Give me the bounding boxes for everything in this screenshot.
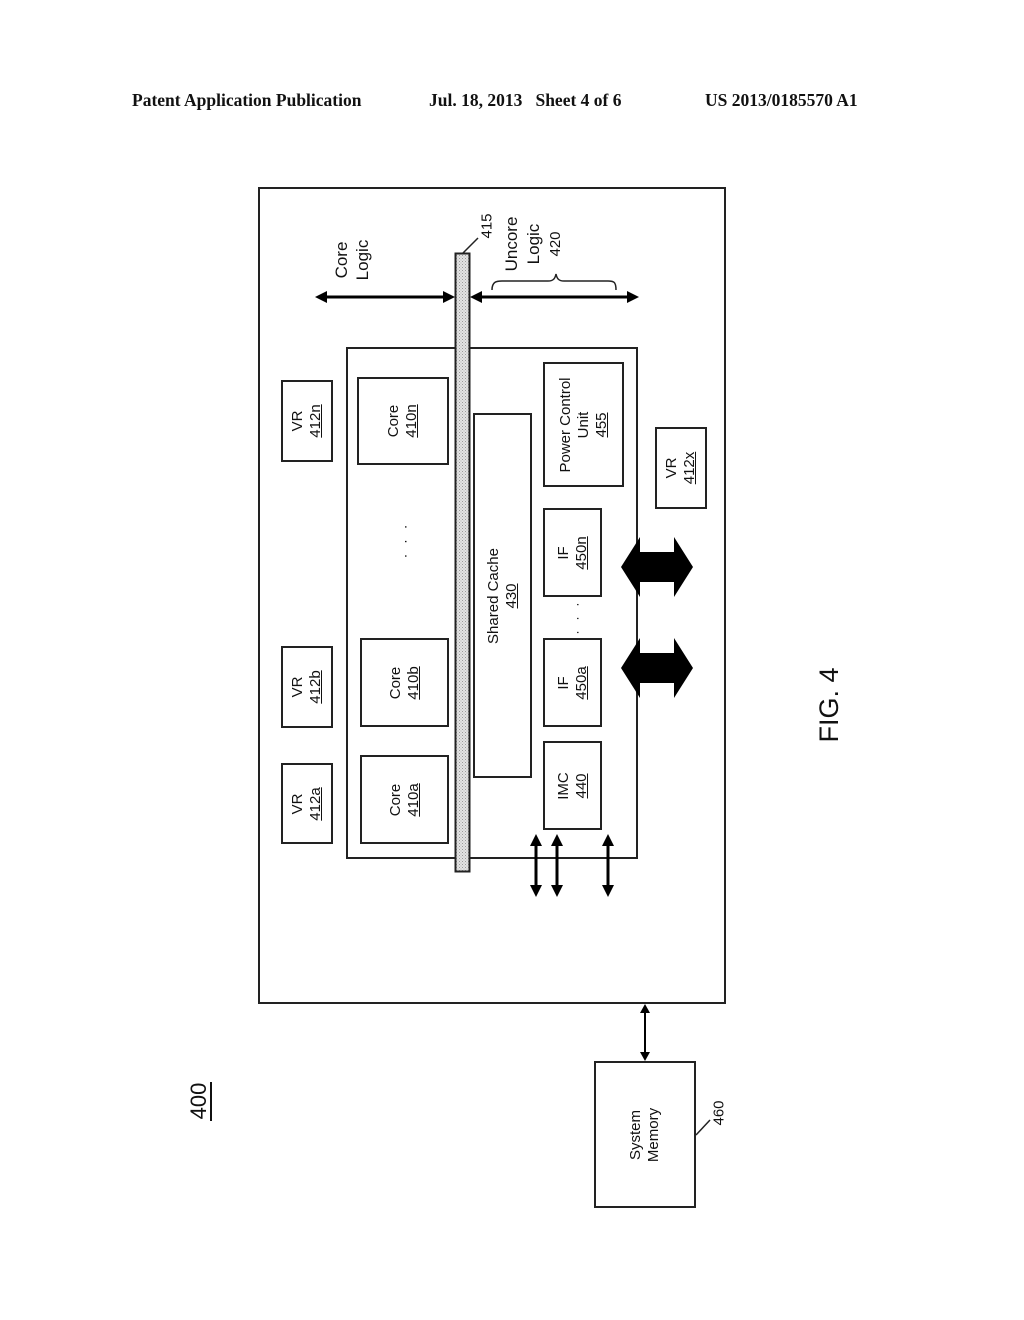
system-memory-ref-460: 460 [710, 1100, 728, 1126]
io-arrow-1 [530, 834, 542, 897]
core-logic-line1: Core [332, 241, 351, 279]
core-logic-line2: Logic [353, 239, 372, 281]
memory-link-arrow [640, 1004, 650, 1061]
connections-overlay [210, 237, 711, 1136]
uncore-logic-line2: Logic [524, 223, 543, 265]
uncore-brace-420 [491, 273, 617, 291]
leader-line-415 [462, 237, 479, 254]
interconnect-ref-415: 415 [478, 213, 496, 239]
core-logic-arrow [315, 291, 455, 303]
if-450n-block-arrow [621, 537, 693, 597]
uncore-logic-ref: 420 [547, 231, 564, 257]
core-logic-label: Core Logic [331, 240, 373, 281]
interconnect-bar-415 [454, 252, 471, 873]
uncore-logic-arrow [470, 291, 639, 303]
system-ref-400: 400 [186, 1082, 211, 1120]
uncore-logic-label: Uncore Logic 420 [501, 217, 567, 272]
figure-label: FIG. 4 [814, 667, 844, 743]
uncore-logic-line1: Uncore [502, 216, 521, 272]
if-450a-block-arrow [621, 638, 693, 698]
io-arrow-2 [551, 834, 563, 897]
io-arrow-3 [602, 834, 614, 897]
